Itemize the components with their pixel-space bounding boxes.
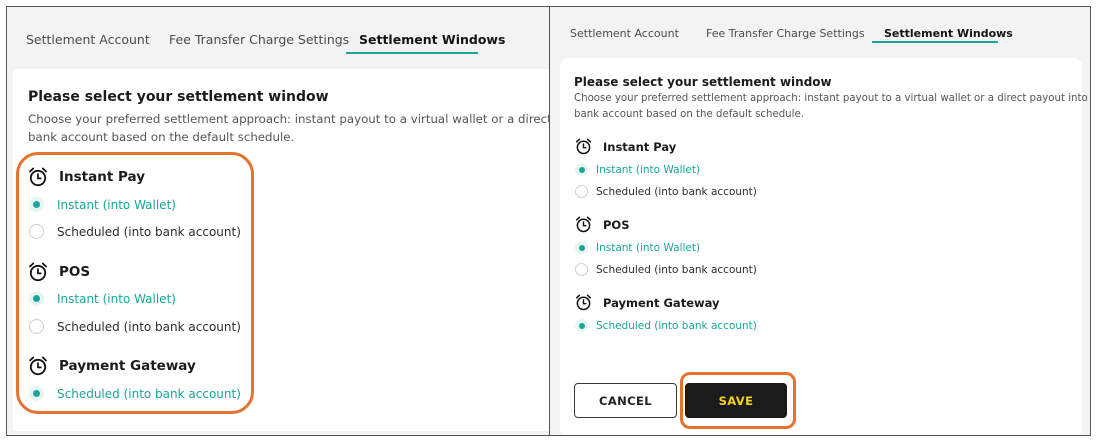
option-instant-pay-scheduled[interactable]: Scheduled (into bank account) [29, 224, 241, 239]
group-pos: POS [28, 261, 90, 283]
alarm-clock-icon [575, 137, 592, 156]
tab-settlement-account[interactable]: Settlement Account [26, 32, 150, 47]
radio-button-selected[interactable] [29, 291, 44, 306]
option-pos-wallet[interactable]: Instant (into Wallet) [575, 241, 700, 254]
group-title-label: Payment Gateway [59, 358, 196, 374]
option-label: Scheduled (into bank account) [596, 319, 757, 332]
tab-settlement-account[interactable]: Settlement Account [570, 27, 679, 40]
alarm-clock-icon [575, 293, 592, 312]
alarm-clock-icon [28, 261, 48, 283]
radio-button-selected[interactable] [575, 163, 588, 176]
radio-button[interactable] [29, 319, 44, 334]
alarm-clock-icon [28, 355, 48, 377]
group-title-label: Instant Pay [603, 139, 677, 154]
description-line-2: bank account based on the default schedu… [28, 130, 295, 145]
option-label: Scheduled (into bank account) [57, 224, 241, 239]
group-payment-gateway: Payment Gateway [28, 355, 196, 377]
description-line-1: Choose your preferred settlement approac… [574, 93, 1091, 104]
option-label: Instant (into Wallet) [596, 241, 701, 254]
option-label: Scheduled (into bank account) [596, 185, 757, 198]
group-pos: POS [575, 215, 630, 234]
group-title-label: POS [603, 217, 630, 232]
radio-button-selected[interactable] [29, 197, 44, 212]
card-description: Choose your preferred settlement approac… [28, 110, 550, 147]
alarm-clock-icon [575, 215, 592, 234]
option-payment-gateway-scheduled[interactable]: Scheduled (into bank account) [575, 319, 757, 332]
option-label: Instant (into Wallet) [57, 197, 176, 212]
tab-settlement-windows[interactable]: Settlement Windows [359, 32, 505, 47]
alarm-clock-icon [28, 166, 48, 188]
description-line-2: bank account based on the default schedu… [574, 108, 804, 120]
tab-settlement-windows[interactable]: Settlement Windows [884, 27, 1013, 40]
cancel-button[interactable]: CANCEL [574, 383, 677, 418]
group-instant-pay: Instant Pay [575, 137, 676, 156]
option-label: Instant (into Wallet) [596, 163, 701, 176]
option-label: Scheduled (into bank account) [596, 263, 757, 276]
group-title-label: Payment Gateway [603, 295, 720, 310]
option-label: Instant (into Wallet) [57, 291, 176, 306]
group-title-label: POS [59, 264, 91, 280]
tab-bar: Settlement Account Fee Transfer Charge S… [550, 7, 1090, 62]
card-title: Please select your settlement window [28, 89, 329, 105]
tab-fee-transfer-charge-settings[interactable]: Fee Transfer Charge Settings [169, 32, 349, 47]
left-screenshot-panel: Settlement Account Fee Transfer Charge S… [6, 6, 550, 436]
option-instant-pay-wallet[interactable]: Instant (into Wallet) [575, 163, 700, 176]
save-button[interactable]: SAVE [685, 383, 787, 418]
option-instant-pay-scheduled[interactable]: Scheduled (into bank account) [575, 185, 757, 198]
right-screenshot-panel: Settlement Account Fee Transfer Charge S… [549, 6, 1091, 436]
option-label: Scheduled (into bank account) [57, 319, 241, 334]
settlement-window-card: Please select your settlement window Cho… [13, 69, 550, 431]
active-tab-underline [872, 41, 998, 43]
radio-button[interactable] [575, 263, 588, 276]
card-title: Please select your settlement window [574, 75, 832, 89]
radio-button[interactable] [575, 185, 588, 198]
settlement-window-card: Please select your settlement window Cho… [560, 58, 1091, 435]
option-pos-scheduled[interactable]: Scheduled (into bank account) [29, 319, 241, 334]
radio-button-selected[interactable] [575, 241, 588, 254]
group-instant-pay: Instant Pay [28, 166, 145, 188]
option-pos-wallet[interactable]: Instant (into Wallet) [29, 291, 176, 306]
option-payment-gateway-scheduled[interactable]: Scheduled (into bank account) [29, 386, 241, 401]
active-tab-underline [346, 52, 478, 54]
group-title-label: Instant Pay [59, 169, 146, 185]
tab-fee-transfer-charge-settings[interactable]: Fee Transfer Charge Settings [706, 27, 865, 40]
option-pos-scheduled[interactable]: Scheduled (into bank account) [575, 263, 757, 276]
group-payment-gateway: Payment Gateway [575, 293, 720, 312]
card-description: Choose your preferred settlement approac… [574, 91, 1091, 123]
option-label: Scheduled (into bank account) [57, 386, 241, 401]
radio-button[interactable] [29, 224, 44, 239]
radio-button-selected[interactable] [29, 386, 44, 401]
option-instant-pay-wallet[interactable]: Instant (into Wallet) [29, 197, 176, 212]
description-line-1: Choose your preferred settlement approac… [28, 112, 550, 126]
tab-bar: Settlement Account Fee Transfer Charge S… [7, 7, 550, 62]
radio-button-selected[interactable] [575, 319, 588, 332]
